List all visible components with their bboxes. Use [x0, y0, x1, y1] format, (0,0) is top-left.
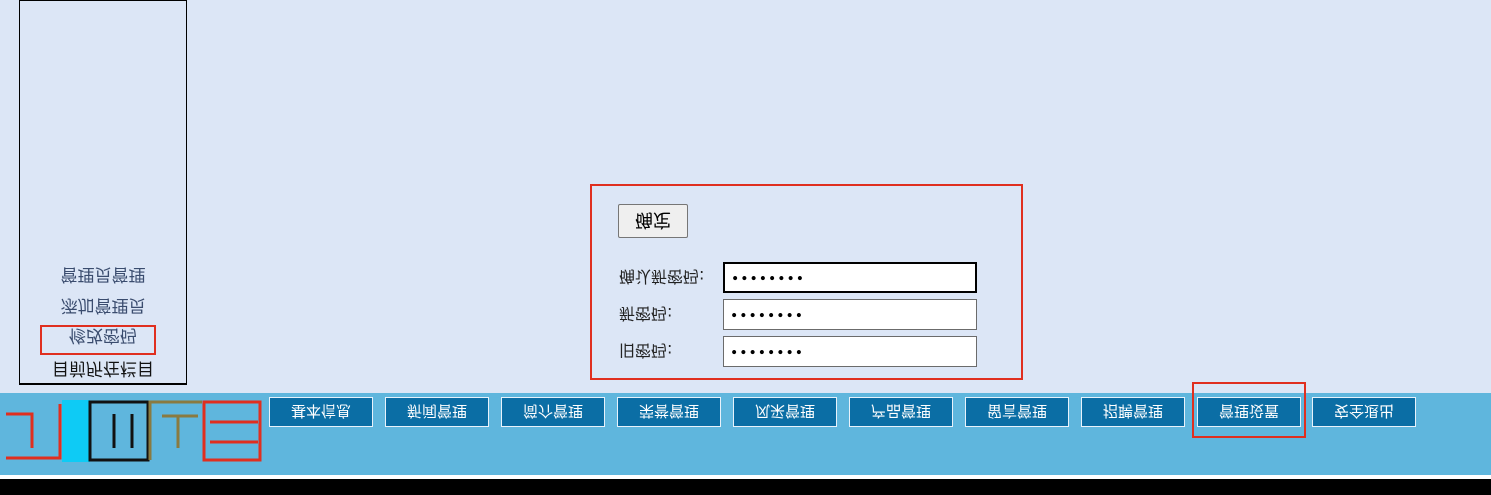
password-form: 旧密码: 新密码: 确认新密码: 确定	[590, 184, 1023, 380]
new-password-label: 新密码:	[619, 304, 673, 323]
sidebar-item-change-password[interactable]: 修改密码	[20, 325, 186, 350]
nav-item-intro[interactable]: 简介管理	[501, 397, 605, 427]
submit-button[interactable]: 确定	[618, 204, 688, 238]
nav-item-news[interactable]: 新闻管理	[385, 397, 489, 427]
sidebar: 目前所在栏目 修改密码 添加管理员 管理员管理	[19, 0, 187, 385]
sidebar-item-manage-admins[interactable]: 管理员管理	[20, 264, 186, 289]
nav-item-honors[interactable]: 荣誉管理	[617, 397, 721, 427]
nav-item-gallery[interactable]: 风采管理	[733, 397, 837, 427]
nav-selection-highlight	[1192, 382, 1306, 438]
nav-item-messages[interactable]: 留言管理	[965, 397, 1069, 427]
old-password-label: 旧密码:	[619, 341, 673, 360]
sidebar-item-add-admin[interactable]: 添加管理员	[20, 295, 186, 320]
old-password-field[interactable]	[723, 336, 977, 367]
nav-item-basic-info[interactable]: 基本信息	[269, 397, 373, 427]
page-stage: 基本信息 新闻管理 简介管理 荣誉管理 风采管理 产品管理 留言管理 招聘管理 …	[0, 0, 1491, 495]
confirm-password-field[interactable]	[723, 262, 977, 293]
new-password-field[interactable]	[723, 299, 977, 330]
confirm-password-label: 确认新密码:	[619, 267, 705, 286]
sidebar-title: 目前所在栏目	[52, 358, 154, 378]
nav-item-recruitment[interactable]: 招聘管理	[1081, 397, 1185, 427]
divider	[0, 475, 1491, 479]
screen-bottom-bar	[0, 479, 1491, 495]
logo	[2, 400, 262, 462]
nav-item-products[interactable]: 产品管理	[849, 397, 953, 427]
nav-item-logout[interactable]: 安全退出	[1312, 397, 1416, 427]
